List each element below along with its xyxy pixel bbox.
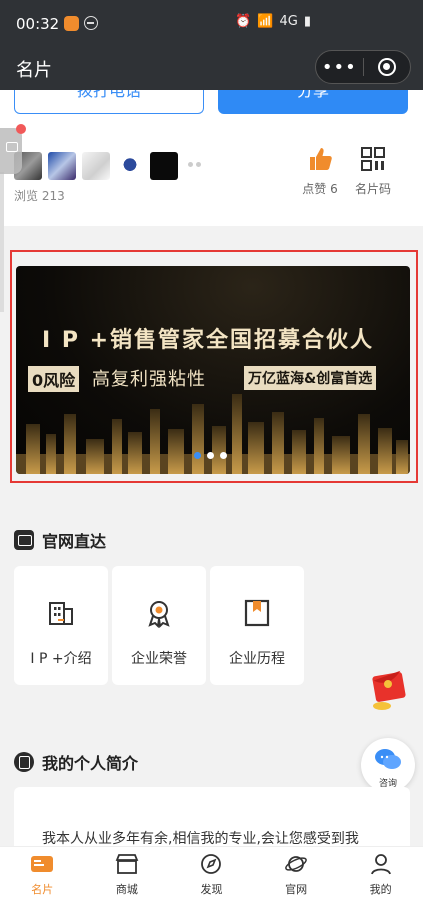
tile-label: I P +介绍 [30,651,92,667]
award-icon [148,601,170,629]
qrcode-label: 名片码 [354,182,391,196]
tile-ip-intro[interactable]: I P +介绍 [14,566,108,685]
nav-bar: 名片 ••• [0,48,423,90]
app-notification-icon [64,16,79,31]
do-not-disturb-icon [84,16,98,30]
banner-tag-right: 万亿蓝海&创富首选 [244,366,377,390]
tab-card[interactable]: 名片 [0,847,85,898]
city-skyline-image [16,394,410,474]
planet-icon [285,856,307,872]
thumbs-up-icon [310,148,332,170]
promo-banner[interactable]: I P +销售管家全国招募合伙人 0风险 高复利强粘性 万亿蓝海&创富首选 [16,266,410,474]
tab-mine[interactable]: 我的 [338,847,423,898]
status-bar: 00:32 ⏰ 📶 4G ▮ [0,0,423,48]
banner-subtitle: 高复利强粘性 [92,369,206,390]
banner-highlight: I P +销售管家全国招募合伙人 0风险 高复利强粘性 万亿蓝海&创富首选 [10,250,418,483]
tab-discover[interactable]: 发现 [169,847,254,898]
close-mini-program-button[interactable] [363,58,410,76]
avatar [48,152,76,180]
share-button-label: 分享 [296,90,329,100]
card-qrcode-button[interactable]: 名片码 [350,146,396,197]
banner-dot[interactable] [194,452,201,459]
chat-bubbles-icon [375,749,401,769]
official-section-title: 官网直达 [14,528,106,552]
official-section-label: 官网直达 [42,532,107,551]
status-icons: ⏰ 📶 4G ▮ [235,14,311,29]
avatar [82,152,110,180]
status-time: 00:32 [16,15,60,33]
left-edge-handle [0,172,4,312]
banner-tag-left: 0风险 [28,366,80,392]
bookmark-book-icon [244,599,270,627]
banner-dot[interactable] [220,452,227,459]
tile-label: 企业荣誉 [131,651,187,667]
target-icon [377,58,396,76]
profile-section-label: 我的个人简介 [42,754,139,773]
tile-company-history[interactable]: 企业历程 [210,566,304,685]
user-icon [370,854,391,875]
window-icon [6,142,18,152]
tab-official-site[interactable]: 官网 [254,847,339,898]
consult-button[interactable]: 咨询 [361,738,415,792]
website-icon [14,530,34,550]
profile-section-title: 我的个人简介 [14,750,138,774]
call-button[interactable]: 拨打电话 [14,90,204,114]
avatar [116,152,144,180]
page-title: 名片 [16,60,52,81]
card-icon [31,856,54,872]
battery-icon: ▮ [303,14,311,29]
tab-label: 发现 [200,883,223,896]
banner-title: I P +销售管家全国招募合伙人 [42,328,375,353]
shop-icon [115,854,139,874]
red-packet-icon[interactable] [366,668,412,712]
like-count: 点赞 6 [302,182,338,196]
qrcode-icon [361,147,385,171]
wifi-icon: 📶 [257,14,274,29]
tile-company-honor[interactable]: 企业荣誉 [112,566,206,685]
banner-pagination [194,452,227,459]
more-button[interactable]: ••• [316,57,363,78]
notification-dot [16,124,26,134]
profile-doc-icon [14,752,34,772]
compass-icon [201,854,222,874]
more-avatars-icon [188,162,201,167]
avatar [150,152,178,180]
like-button[interactable]: 点赞 6 [300,146,340,197]
tab-label: 官网 [285,883,308,896]
mini-program-capsule: ••• [315,50,411,84]
business-card-summary: 拨打电话 分享 浏览 213 点赞 6 名片码 [0,90,423,226]
banner-dot[interactable] [207,452,214,459]
tab-shop[interactable]: 商城 [85,847,170,898]
floating-window-button[interactable] [0,124,26,174]
tab-label: 名片 [31,883,54,896]
tile-label: 企业历程 [229,651,285,667]
views-count: 浏览 213 [14,189,65,203]
tab-label: 我的 [369,883,392,896]
alarm-icon: ⏰ [235,14,252,29]
share-button[interactable]: 分享 [218,90,408,114]
visitor-avatars[interactable] [14,152,178,180]
tab-label: 商城 [115,883,138,896]
profile-intro-text: 我本人从业多年有余,相信我的专业,会让您感受到我 [42,831,359,847]
call-button-label: 拨打电话 [76,90,141,100]
network-label: 4G [279,14,298,29]
bottom-tab-bar: 名片 商城 发现 官网 我的 [0,846,423,898]
building-icon [49,602,73,625]
